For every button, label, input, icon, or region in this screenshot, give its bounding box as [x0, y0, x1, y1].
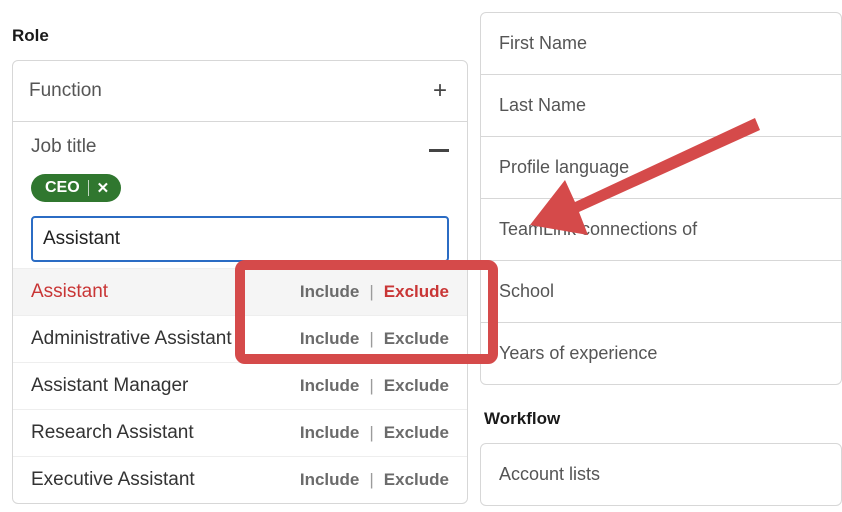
action-divider: |	[369, 376, 373, 396]
filter-profile-language[interactable]: Profile language	[481, 137, 841, 199]
chip-divider	[88, 180, 89, 196]
include-button[interactable]: Include	[300, 423, 360, 443]
job-title-filter: Job title CEO ✕ Assistant Include	[13, 122, 467, 503]
exclude-button[interactable]: Exclude	[384, 470, 449, 490]
include-button[interactable]: Include	[300, 470, 360, 490]
chip-ceo[interactable]: CEO ✕	[31, 174, 121, 202]
filter-school[interactable]: School	[481, 261, 841, 323]
close-icon[interactable]: ✕	[97, 181, 110, 196]
suggestion-label: Assistant	[31, 281, 108, 303]
action-divider: |	[369, 470, 373, 490]
plus-icon[interactable]: +	[429, 79, 451, 103]
role-panel: Function + Job title CEO ✕ As	[12, 60, 468, 504]
workflow-account-lists[interactable]: Account lists	[481, 444, 841, 505]
chip-label: CEO	[45, 179, 80, 197]
suggestion-row[interactable]: Assistant Include | Exclude	[13, 268, 467, 315]
suggestion-list: Assistant Include | Exclude Administrati…	[13, 268, 467, 503]
suggestion-row[interactable]: Executive Assistant Include | Exclude	[13, 456, 467, 503]
include-button[interactable]: Include	[300, 282, 360, 302]
suggestion-label: Assistant Manager	[31, 375, 188, 397]
action-divider: |	[369, 329, 373, 349]
filter-teamlink-connections[interactable]: TeamLink connections of	[481, 199, 841, 261]
job-title-label: Job title	[31, 136, 96, 158]
job-title-search-wrap	[31, 216, 449, 262]
suggestion-row[interactable]: Administrative Assistant Include | Exclu…	[13, 315, 467, 362]
suggestion-label: Research Assistant	[31, 422, 194, 444]
workflow-panel: Account lists	[480, 443, 842, 506]
action-divider: |	[369, 423, 373, 443]
exclude-button[interactable]: Exclude	[384, 282, 449, 302]
function-title: Function	[29, 80, 102, 102]
filter-first-name[interactable]: First Name	[481, 13, 841, 75]
exclude-button[interactable]: Exclude	[384, 423, 449, 443]
include-button[interactable]: Include	[300, 376, 360, 396]
workflow-section-label: Workflow	[480, 409, 842, 429]
exclude-button[interactable]: Exclude	[384, 329, 449, 349]
function-filter-row[interactable]: Function +	[13, 61, 467, 122]
job-title-search-input[interactable]	[43, 228, 437, 250]
minus-icon[interactable]	[429, 136, 449, 158]
suggestion-label: Executive Assistant	[31, 469, 195, 491]
filter-last-name[interactable]: Last Name	[481, 75, 841, 137]
action-divider: |	[369, 282, 373, 302]
suggestion-label: Administrative Assistant	[31, 328, 232, 350]
role-section-label: Role	[12, 26, 468, 46]
exclude-button[interactable]: Exclude	[384, 376, 449, 396]
personal-filters-panel: First Name Last Name Profile language Te…	[480, 12, 842, 385]
suggestion-row[interactable]: Research Assistant Include | Exclude	[13, 409, 467, 456]
include-button[interactable]: Include	[300, 329, 360, 349]
suggestion-row[interactable]: Assistant Manager Include | Exclude	[13, 362, 467, 409]
filter-years-experience[interactable]: Years of experience	[481, 323, 841, 384]
